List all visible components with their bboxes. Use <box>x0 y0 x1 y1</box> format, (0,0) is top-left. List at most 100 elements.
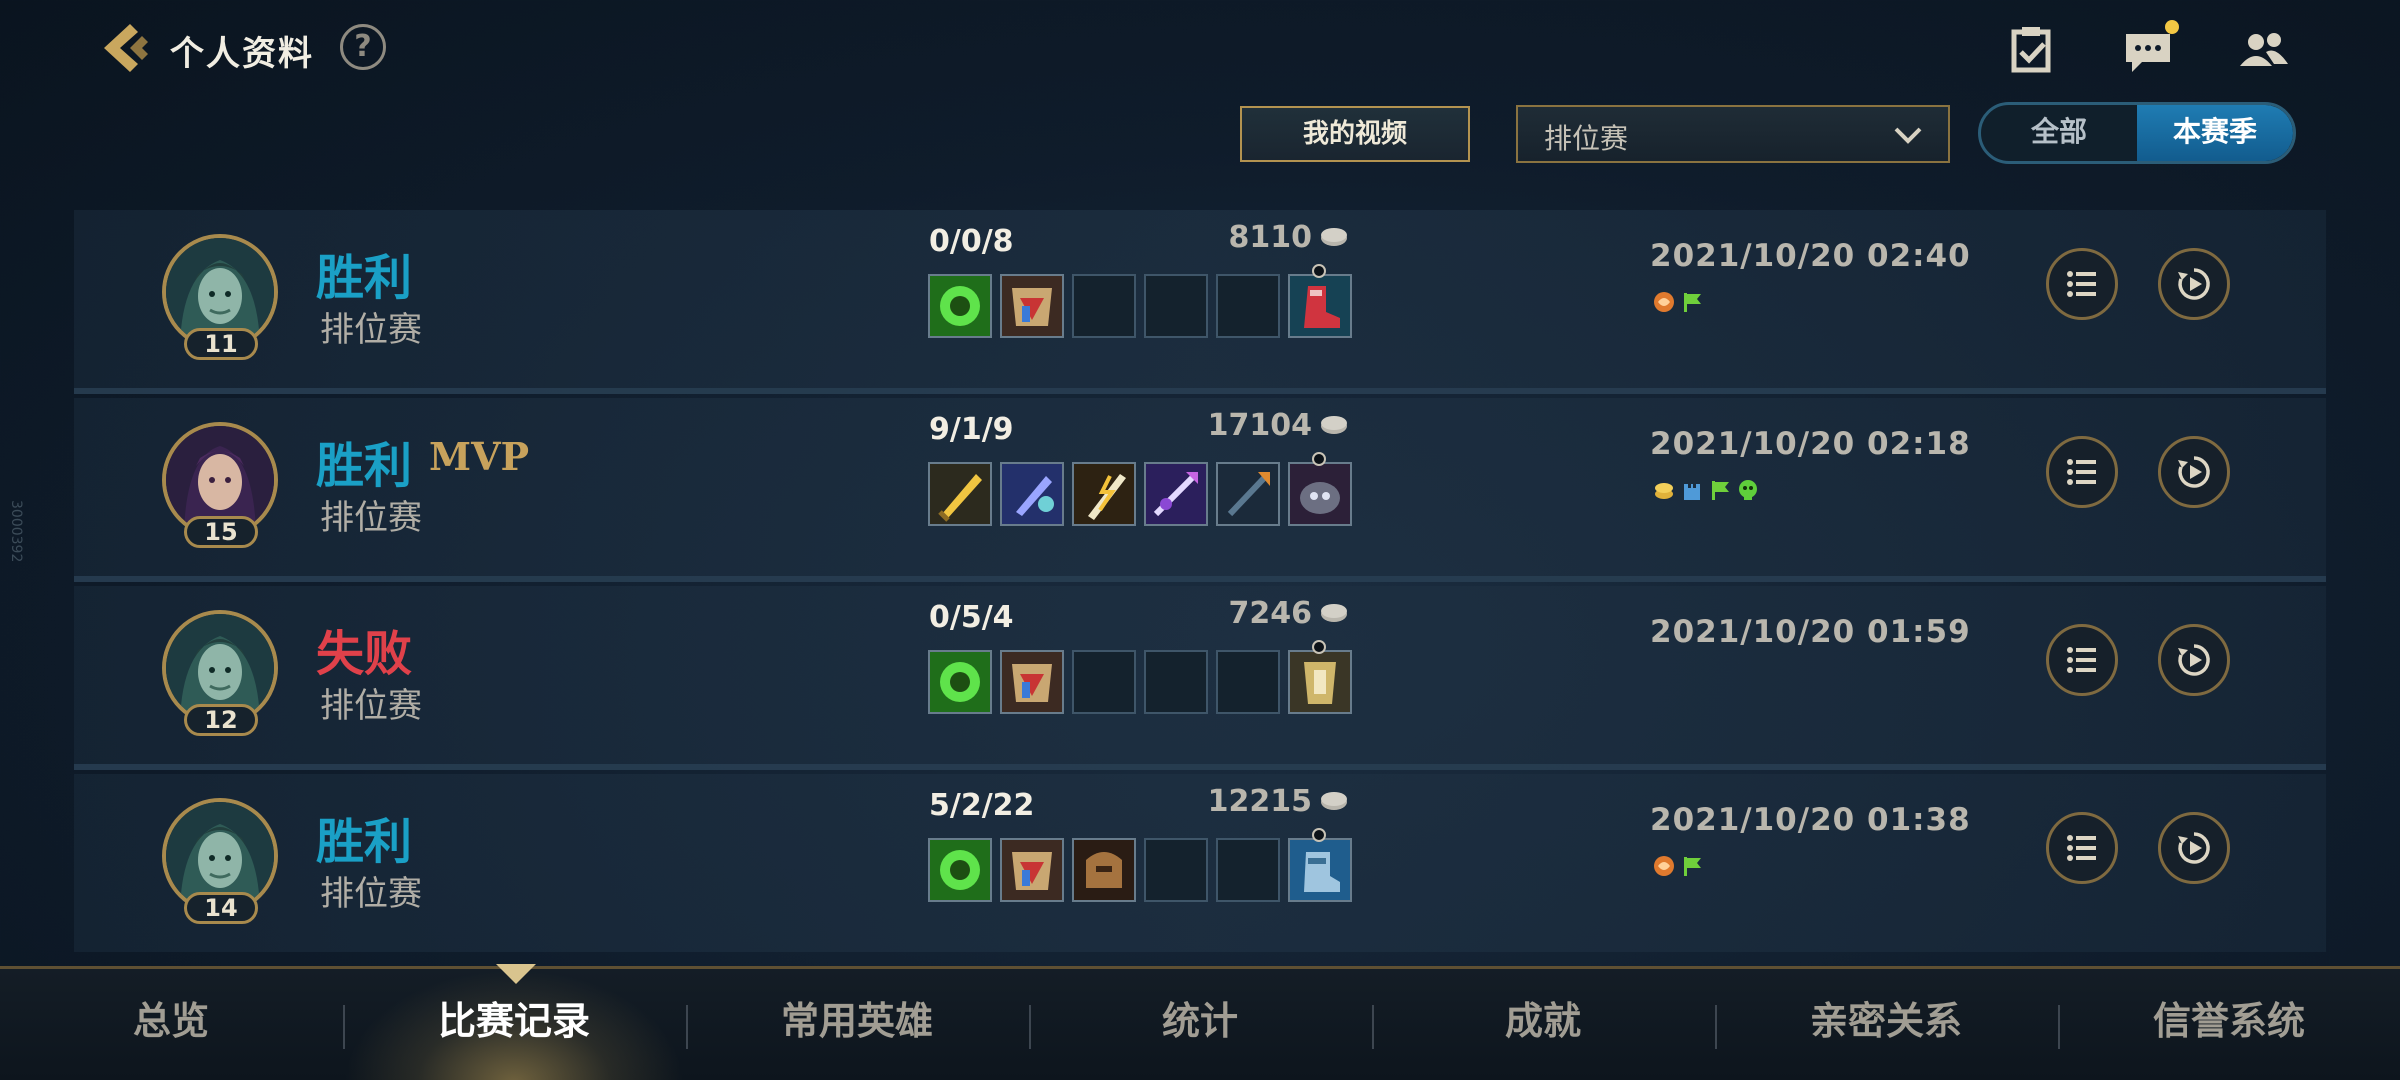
list-icon <box>2067 835 2096 861</box>
empty-item-slot[interactable] <box>1072 274 1136 338</box>
dark-spear-item[interactable] <box>1216 462 1280 526</box>
nav-tab[interactable]: 亲密关系 <box>1715 969 2057 1080</box>
list-icon <box>2067 271 2096 297</box>
gold-coin-icon <box>1321 792 1347 810</box>
gold-coin-icon <box>1321 228 1347 246</box>
match-mode: 排位赛 <box>320 686 422 726</box>
emerald-item[interactable] <box>928 274 992 338</box>
orange-badge <box>1652 854 1676 878</box>
match-details-button[interactable] <box>2046 624 2118 696</box>
gauntlet-item[interactable] <box>1000 650 1064 714</box>
game-mode-value: 排位赛 <box>1544 122 1629 155</box>
my-videos-button[interactable]: 我的视频 <box>1240 106 1470 162</box>
nav-divider <box>686 1005 688 1049</box>
row-divider <box>74 764 2326 770</box>
replay-button[interactable] <box>2158 812 2230 884</box>
violet-blade-item[interactable] <box>1000 462 1064 526</box>
mvp-badge: MVP <box>429 434 530 479</box>
match-row[interactable]: 14 胜利 排位赛 5/2/22 12215 2021/10/20 01:38 <box>74 774 2326 952</box>
empty-item-slot[interactable] <box>1144 838 1208 902</box>
emerald-item[interactable] <box>928 650 992 714</box>
lightning-sword-item[interactable] <box>1072 462 1136 526</box>
kda-score: 5/2/22 <box>929 788 1035 823</box>
nav-divider <box>1715 1005 1717 1049</box>
list-icon <box>2067 647 2096 673</box>
match-result: 胜利 <box>316 438 413 494</box>
match-details-button[interactable] <box>2046 248 2118 320</box>
gold-coin-icon <box>1321 416 1347 434</box>
armor-boots-item[interactable] <box>1288 462 1352 526</box>
green-flag-badge <box>1708 478 1732 502</box>
empty-item-slot[interactable] <box>1144 650 1208 714</box>
toggle-all[interactable]: 全部 <box>1981 105 2137 161</box>
replay-icon <box>2178 832 2210 864</box>
nav-divider <box>1029 1005 1031 1049</box>
nav-tab[interactable]: 信誉系统 <box>2058 969 2400 1080</box>
list-icon <box>2067 459 2096 485</box>
gold-coin-icon <box>1321 604 1347 622</box>
empty-item-slot[interactable] <box>1216 274 1280 338</box>
trinket-marker-icon <box>1312 264 1326 278</box>
match-row[interactable]: 11 胜利 排位赛 0/0/8 8110 2021/10/20 02:40 <box>74 210 2326 388</box>
match-date: 2021/10/20 01:38 <box>1650 802 1971 838</box>
match-date: 2021/10/20 02:40 <box>1650 238 1971 274</box>
blue-boots-item[interactable] <box>1288 838 1352 902</box>
green-flag-badge <box>1680 854 1704 878</box>
green-skull-badge <box>1736 478 1760 502</box>
match-row[interactable]: 12 失败 排位赛 0/5/4 7246 2021/10/20 01:59 <box>74 586 2326 764</box>
emerald-item[interactable] <box>928 838 992 902</box>
nav-divider <box>343 1005 345 1049</box>
champion-level: 11 <box>184 328 258 360</box>
kda-score: 0/5/4 <box>929 600 1014 635</box>
match-mode: 排位赛 <box>320 874 422 914</box>
gauntlet-item[interactable] <box>1000 838 1064 902</box>
champion-level: 15 <box>184 516 258 548</box>
green-flag-badge <box>1680 290 1704 314</box>
task-checklist-icon[interactable] <box>2004 22 2060 78</box>
nav-divider <box>2058 1005 2060 1049</box>
empty-item-slot[interactable] <box>1216 838 1280 902</box>
match-mode: 排位赛 <box>320 310 422 350</box>
replay-icon <box>2178 456 2210 488</box>
help-button[interactable]: ? <box>340 24 386 70</box>
gauntlet-item[interactable] <box>1000 274 1064 338</box>
replay-button[interactable] <box>2158 248 2230 320</box>
bronze-armor-item[interactable] <box>1072 838 1136 902</box>
nav-tab[interactable]: 常用英雄 <box>686 969 1028 1080</box>
active-tab-caret-icon <box>496 964 536 984</box>
back-button[interactable] <box>96 18 156 78</box>
match-details-button[interactable] <box>2046 436 2118 508</box>
match-row[interactable]: 15 胜利 MVP 排位赛 9/1/9 17104 2021/10/20 02:18 <box>74 398 2326 576</box>
nav-tab[interactable]: 统计 <box>1029 969 1371 1080</box>
match-mode: 排位赛 <box>320 498 422 538</box>
row-divider <box>74 388 2326 394</box>
side-label: 3000392 <box>8 500 24 563</box>
nav-divider <box>1372 1005 1374 1049</box>
gold-boots-item[interactable] <box>1288 650 1352 714</box>
empty-item-slot[interactable] <box>1072 650 1136 714</box>
purple-spear-item[interactable] <box>1144 462 1208 526</box>
nav-tab[interactable]: 总览 <box>0 969 342 1080</box>
friends-icon[interactable] <box>2236 22 2292 78</box>
page-title: 个人资料 <box>170 34 314 74</box>
chevron-left-icon <box>104 24 148 72</box>
empty-item-slot[interactable] <box>1144 274 1208 338</box>
empty-item-slot[interactable] <box>1216 650 1280 714</box>
replay-icon <box>2178 644 2210 676</box>
red-boots-item[interactable] <box>1288 274 1352 338</box>
match-result: 失败 <box>316 626 413 682</box>
champion-level: 12 <box>184 704 258 736</box>
golden-blade-item[interactable] <box>928 462 992 526</box>
game-mode-dropdown[interactable]: 排位赛 <box>1516 105 1950 163</box>
match-date: 2021/10/20 01:59 <box>1650 614 1971 650</box>
kda-score: 9/1/9 <box>929 412 1014 447</box>
match-details-button[interactable] <box>2046 812 2118 884</box>
replay-button[interactable] <box>2158 624 2230 696</box>
season-toggle: 全部 本赛季 <box>1978 102 2296 164</box>
notification-dot <box>2165 20 2179 34</box>
toggle-this-season[interactable]: 本赛季 <box>2137 105 2293 161</box>
row-divider <box>74 576 2326 582</box>
champion-level: 14 <box>184 892 258 924</box>
nav-tab[interactable]: 成就 <box>1372 969 1714 1080</box>
replay-button[interactable] <box>2158 436 2230 508</box>
